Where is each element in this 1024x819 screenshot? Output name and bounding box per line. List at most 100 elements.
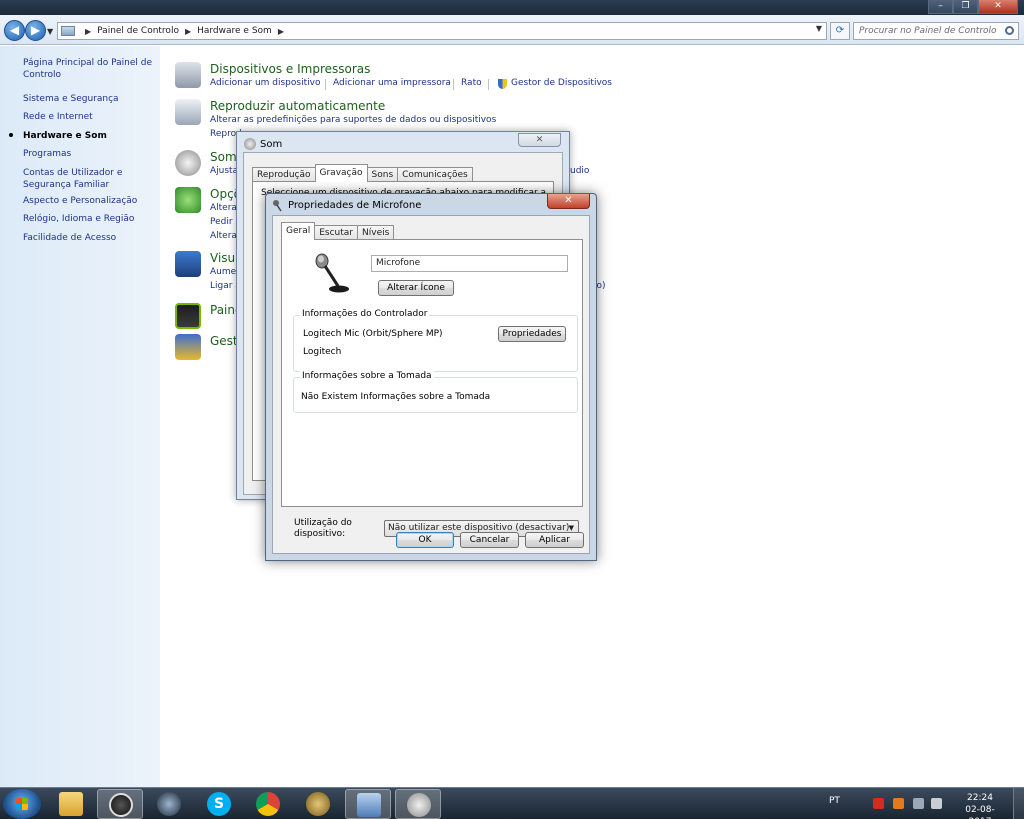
category-title[interactable]: Som	[210, 150, 237, 164]
sidebar-item-network-internet[interactable]: Rede e Internet	[23, 111, 155, 123]
breadcrumb-item-control-panel[interactable]: Painel de Controlo	[97, 26, 179, 36]
speaker-icon	[244, 138, 256, 150]
chevron-down-icon[interactable]: ▼	[816, 24, 822, 33]
dialog-title: Propriedades de Microfone	[288, 200, 422, 211]
link-separator	[453, 79, 454, 90]
tab-levels[interactable]: Níveis	[357, 225, 395, 240]
sidebar-item-appearance[interactable]: Aspecto e Personalização	[23, 195, 155, 207]
steam-icon	[157, 792, 181, 816]
taskbar-control-panel[interactable]	[345, 789, 391, 819]
clock[interactable]: 22:24 02-08-2017	[955, 792, 1005, 819]
jack-info-text: Não Existem Informações sobre a Tomada	[301, 392, 491, 402]
add-printer-link[interactable]: Adicionar uma impressora	[333, 78, 451, 88]
cancel-button[interactable]: Cancelar	[460, 532, 519, 548]
category-title[interactable]: Reproduzir automaticamente	[210, 99, 385, 113]
sidebar: Página Principal do Painel de Controlo S…	[0, 46, 160, 787]
speaker-icon	[407, 793, 431, 817]
sound-dialog-close-button[interactable]: ✕	[518, 133, 561, 147]
jack-info-title: Informações sobre a Tomada	[300, 371, 434, 381]
back-button[interactable]: ◀	[4, 20, 25, 41]
chevron-right-icon[interactable]: ▶	[278, 27, 284, 36]
start-button[interactable]	[3, 789, 41, 819]
printer-icon	[175, 62, 201, 88]
volume-icon[interactable]	[931, 798, 942, 809]
taskbar-chrome[interactable]	[245, 789, 291, 819]
display-link-1[interactable]: Aume	[210, 267, 236, 277]
show-desktop-button[interactable]	[1013, 788, 1024, 819]
obs-icon	[109, 793, 133, 817]
category-title[interactable]: Dispositivos e Impressoras	[210, 62, 370, 76]
taskbar-skype[interactable]: S	[196, 789, 242, 819]
tab-general[interactable]: Geral	[281, 222, 316, 240]
taskbar-league[interactable]	[295, 789, 341, 819]
link-separator	[488, 79, 489, 90]
refresh-button[interactable]: ⟳	[830, 22, 850, 40]
search-input[interactable]: Procurar no Painel de Controlo	[853, 22, 1019, 40]
windows-logo-icon-lower	[16, 804, 28, 810]
device-manager-link[interactable]: Gestor de Dispositivos	[511, 78, 612, 88]
controller-info-title: Informações do Controlador	[300, 309, 430, 319]
breadcrumb[interactable]: ▶ Painel de Controlo ▶ Hardware e Som ▶ …	[57, 22, 827, 40]
microphone-icon	[273, 200, 282, 212]
sidebar-item-user-accounts[interactable]: Contas de Utilizador e Segurança Familia…	[23, 167, 155, 191]
avast-icon[interactable]	[893, 798, 904, 809]
sidebar-item-control-panel-home[interactable]: Página Principal do Painel de Controlo	[23, 57, 155, 81]
autoplay-icon	[175, 99, 201, 125]
search-icon[interactable]	[1005, 26, 1014, 35]
sound-link-tail[interactable]: udio	[570, 166, 589, 176]
taskbar-sound[interactable]	[395, 789, 441, 819]
dialog-close-button[interactable]: ✕	[547, 194, 590, 209]
display-icon	[175, 251, 201, 277]
controller-info-group: Informações do Controlador Logitech Mic …	[293, 309, 578, 372]
autoplay-defaults-link[interactable]: Alterar as predefinições para suportes d…	[210, 115, 496, 125]
sidebar-item-clock-language[interactable]: Relógio, Idioma e Região	[23, 213, 155, 225]
mega-icon[interactable]	[873, 798, 884, 809]
jack-info-group: Informações sobre a Tomada Não Existem I…	[293, 371, 578, 413]
controller-name: Logitech Mic (Orbit/Sphere MP)	[303, 329, 443, 339]
dialog-body: Geral Escutar Níveis Microfone Alterar Í…	[272, 215, 590, 554]
maximize-button[interactable]: ❐	[953, 0, 978, 14]
sound-dialog-tabs: Reprodução Gravação Sons Comunicações	[252, 164, 473, 182]
recent-pages-dropdown-icon[interactable]: ▼	[47, 27, 53, 36]
window-titlebar: – ❐ ✕	[0, 0, 1024, 15]
taskbar-steam[interactable]	[146, 789, 192, 819]
breadcrumb-item-hardware-sound[interactable]: Hardware e Som	[197, 26, 272, 36]
forward-button[interactable]: ▶	[25, 20, 46, 41]
nvidia-icon	[175, 303, 201, 329]
language-indicator[interactable]: PT	[829, 796, 840, 806]
device-name-field[interactable]: Microfone	[371, 255, 568, 272]
controller-vendor: Logitech	[303, 347, 342, 357]
network-icon[interactable]	[913, 798, 924, 809]
tab-listen[interactable]: Escutar	[314, 225, 359, 240]
folder-icon	[59, 792, 83, 816]
clock-date: 02-08-2017	[965, 805, 995, 819]
caption-buttons: – ❐ ✕	[928, 0, 1018, 14]
mouse-link[interactable]: Rato	[461, 78, 482, 88]
close-button[interactable]: ✕	[978, 0, 1018, 14]
controller-properties-button[interactable]: Propriedades	[498, 326, 566, 342]
chevron-right-icon[interactable]: ▶	[85, 27, 91, 36]
tab-playback[interactable]: Reprodução	[252, 167, 316, 182]
taskbar-obs[interactable]	[97, 789, 143, 819]
general-panel: Microfone Alterar Ícone Informações do C…	[281, 239, 583, 507]
add-device-link[interactable]: Adicionar um dispositivo	[210, 78, 320, 88]
adjust-volume-link[interactable]: Ajusta	[210, 166, 238, 176]
sidebar-item-ease-of-access[interactable]: Facilidade de Acesso	[23, 232, 155, 244]
chevron-right-icon[interactable]: ▶	[185, 27, 191, 36]
microphone-device-icon	[315, 253, 349, 293]
sidebar-item-programs[interactable]: Programas	[23, 148, 155, 160]
change-icon-button[interactable]: Alterar Ícone	[378, 280, 454, 296]
active-bullet-icon	[9, 133, 13, 137]
tab-communications[interactable]: Comunicações	[397, 167, 473, 182]
tab-recording[interactable]: Gravação	[314, 164, 368, 182]
apply-button[interactable]: Aplicar	[525, 532, 584, 548]
power-options-icon	[175, 187, 201, 213]
sidebar-item-system-security[interactable]: Sistema e Segurança	[23, 93, 155, 105]
clock-time: 22:24	[967, 793, 993, 803]
shield-icon	[498, 79, 507, 89]
control-panel-icon	[61, 26, 75, 36]
taskbar-explorer[interactable]	[48, 789, 94, 819]
minimize-button[interactable]: –	[928, 0, 953, 14]
ok-button[interactable]: OK	[396, 532, 454, 548]
tab-sounds[interactable]: Sons	[366, 167, 399, 182]
